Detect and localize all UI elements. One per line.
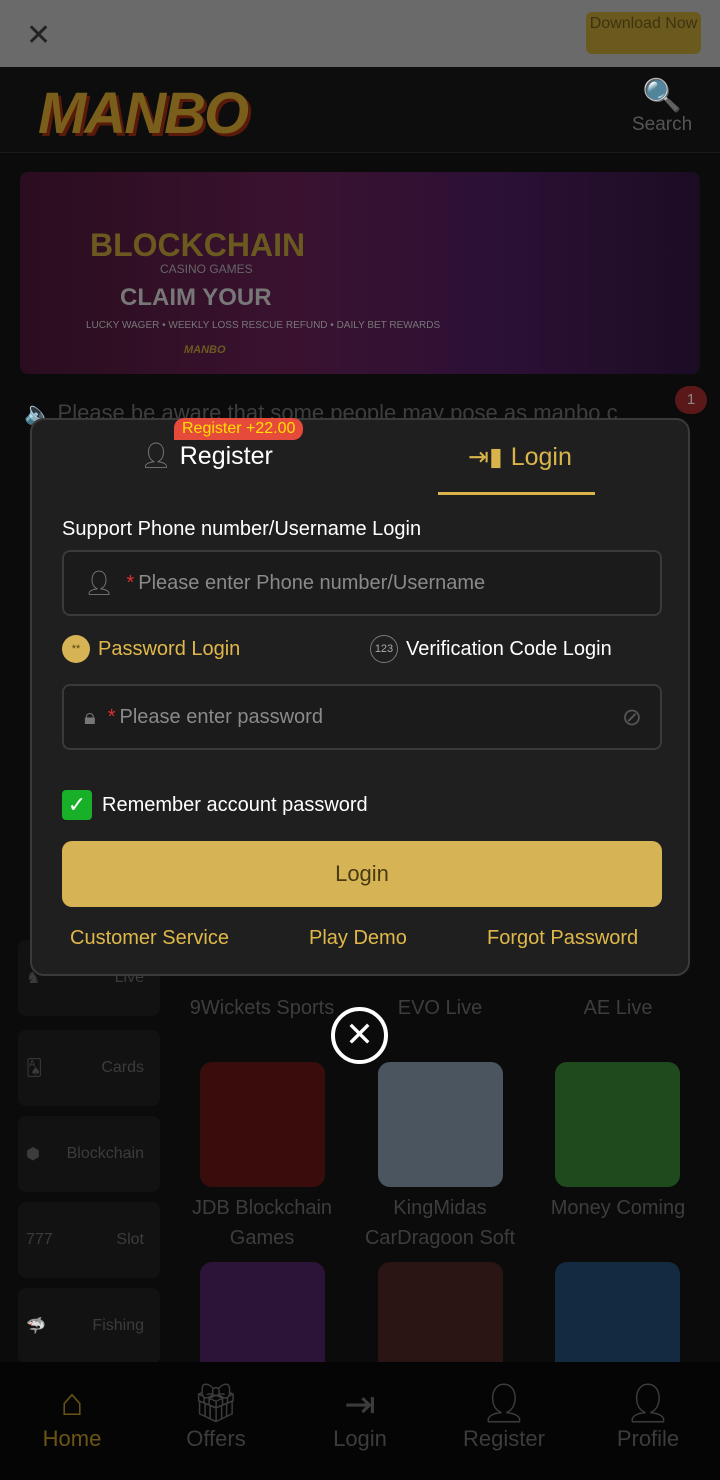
sidebar-item-slot[interactable]: 777 Slot [18, 1202, 160, 1278]
sidebar-label: Cards [101, 1059, 144, 1076]
password-login-option[interactable]: ** Password Login [62, 635, 240, 663]
app-download-bar: ✕ Download Now [0, 0, 720, 67]
password-input[interactable]: 🔒︎ * Please enter password ⊘ [62, 684, 662, 750]
password-placeholder: Please enter password [119, 705, 323, 728]
nav-profile[interactable]: 👤︎ Profile [576, 1362, 720, 1480]
tab-label: Register [179, 442, 273, 470]
search-button[interactable]: 🔍 Search [632, 76, 692, 136]
sidebar-label: Fishing [92, 1317, 144, 1334]
remember-label: Remember account password [102, 793, 368, 816]
nav-label: Offers [186, 1426, 246, 1451]
login-button[interactable]: Login [62, 841, 662, 907]
blockchain-icon: ⬢ [26, 1146, 40, 1163]
user-icon: 👤︎ [84, 569, 115, 597]
option-label: Password Login [98, 637, 241, 660]
nav-login[interactable]: ⇥ Login [288, 1362, 432, 1480]
sidebar-label: Slot [116, 1231, 144, 1248]
tab-label: Login [510, 442, 572, 471]
banner-title: BLOCKCHAIN [90, 227, 306, 263]
login-icon: ⇥ [344, 1384, 376, 1426]
logo[interactable]: MANBO [38, 80, 249, 147]
game-name[interactable]: JDB Blockchain Games [177, 1193, 347, 1253]
sidebar-label: Blockchain [66, 1145, 144, 1162]
fishing-icon: 🦈 [26, 1318, 46, 1335]
nav-label: Home [42, 1426, 102, 1451]
banner-brand: MANBO [184, 344, 226, 356]
tab-register[interactable]: 👤︎ Register [140, 442, 273, 471]
game-tile-money-coming[interactable] [555, 1062, 680, 1187]
add-user-icon: 👤︎ [140, 442, 172, 470]
bottom-nav: ⌂ Home 🎁︎ Offers ⇥ Login 👤︎ Register 👤︎ Profi… [0, 1362, 720, 1480]
eye-off-icon[interactable]: ⊘ [622, 703, 642, 732]
nav-label: Profile [616, 1426, 680, 1451]
nav-label: Login [333, 1426, 387, 1451]
remember-password-checkbox[interactable]: ✓ Remember account password [62, 790, 368, 820]
verification-code-login-option[interactable]: 123 Verification Code Login [370, 635, 612, 663]
gift-icon: 🎁︎ [191, 1383, 241, 1425]
nav-register[interactable]: 👤︎ Register [432, 1362, 576, 1480]
banner-perks: LUCKY WAGER • WEEKLY LOSS RESCUE REFUND … [86, 320, 441, 331]
game-tile-kingmidas[interactable] [378, 1062, 503, 1187]
search-label: Search [632, 114, 693, 135]
game-name[interactable]: KingMidas CarDragoon Soft [355, 1193, 525, 1253]
username-input[interactable]: 👤︎ * Please enter Phone number/Username [62, 550, 662, 616]
promo-banner[interactable]: BLOCKCHAIN CASINO GAMES CLAIM YOUR LUCKY… [20, 172, 700, 374]
sidebar-item-fishing[interactable]: 🦈 Fishing [18, 1288, 160, 1364]
support-label: Support Phone number/Username Login [62, 518, 422, 540]
active-tab-indicator [438, 492, 595, 495]
banner-claim: CLAIM YOUR [120, 284, 272, 311]
slot-icon: 777 [26, 1231, 53, 1248]
message-count-badge[interactable]: 1 [675, 386, 707, 414]
game-name[interactable]: 9Wickets Sports [177, 993, 347, 1023]
add-user-icon: 👤︎ [479, 1383, 529, 1425]
nav-offers[interactable]: 🎁︎ Offers [144, 1362, 288, 1480]
game-tile-jdb[interactable] [200, 1062, 325, 1187]
close-dialog-button[interactable]: ✕ [331, 1007, 388, 1064]
code-icon: 123 [370, 635, 398, 663]
option-label: Verification Code Login [406, 637, 612, 660]
close-icon[interactable]: ✕ [26, 18, 51, 53]
home-icon: ⌂ [60, 1382, 84, 1424]
customer-service-link[interactable]: Customer Service [70, 927, 229, 950]
login-door-icon: ⇥▮ [468, 443, 503, 471]
password-login-icon: ** [62, 635, 90, 663]
play-demo-link[interactable]: Play Demo [309, 927, 407, 950]
login-dialog: 👤︎ Register Register +22.00 ⇥▮ Login Suppo… [30, 418, 690, 976]
lock-icon: 🔒︎ [84, 704, 96, 729]
nav-home[interactable]: ⌂ Home [0, 1362, 144, 1480]
game-name[interactable]: Money Coming [533, 1193, 703, 1223]
register-bonus-badge: Register +22.00 [174, 418, 304, 440]
forgot-password-link[interactable]: Forgot Password [487, 927, 638, 950]
sidebar-item-cards[interactable]: 🂡 Cards [18, 1030, 160, 1106]
tab-login[interactable]: ⇥▮ Login [468, 442, 572, 472]
game-name[interactable]: AE Live [533, 993, 703, 1023]
username-placeholder: Please enter Phone number/Username [138, 571, 486, 594]
close-icon: ✕ [345, 1016, 374, 1054]
sidebar-item-blockchain[interactable]: ⬢ Blockchain [18, 1116, 160, 1192]
download-now-button[interactable]: Download Now [586, 12, 701, 54]
profile-icon: 👤︎ [623, 1383, 673, 1425]
nav-label: Register [463, 1426, 545, 1451]
search-icon: 🔍 [642, 77, 683, 113]
checkmark-icon: ✓ [62, 790, 92, 820]
cards-icon: 🂡 [26, 1060, 43, 1077]
banner-subtitle: CASINO GAMES [160, 262, 253, 276]
